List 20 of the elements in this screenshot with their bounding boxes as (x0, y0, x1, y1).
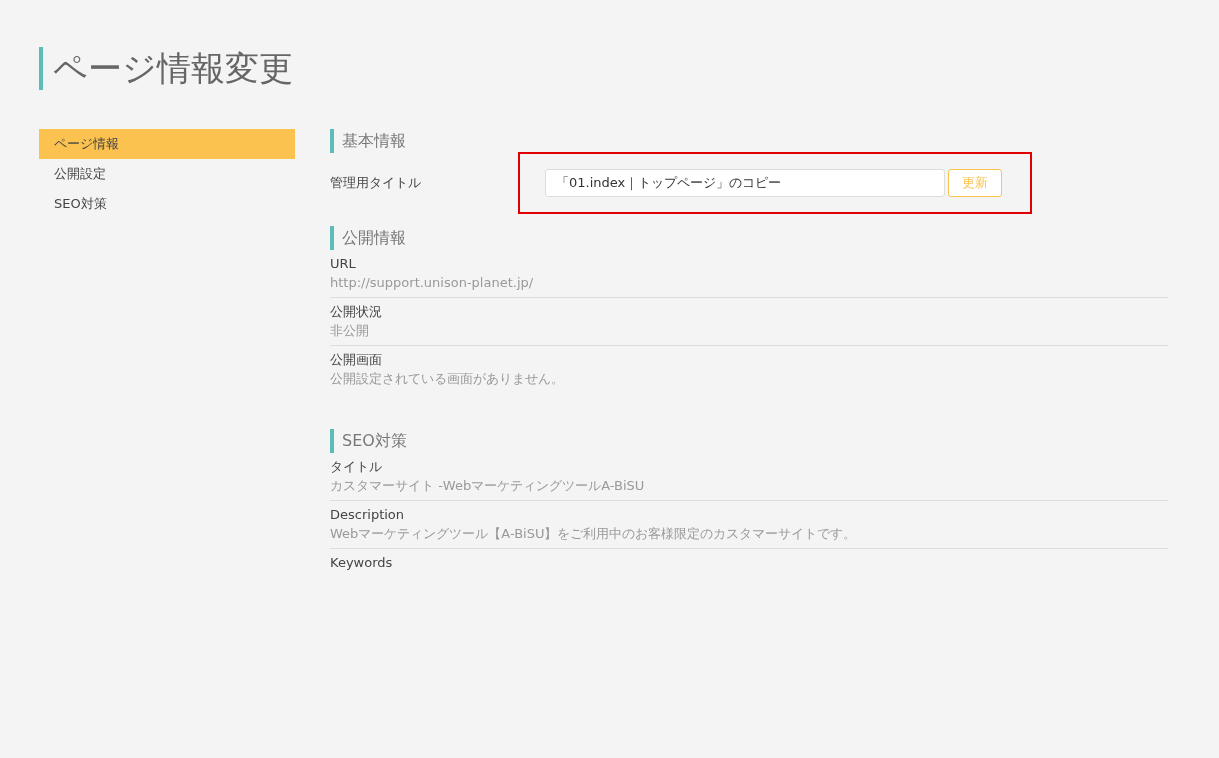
info-label: Keywords (330, 554, 394, 572)
sidebar-item[interactable]: SEO対策 (39, 189, 295, 219)
info-label: Description (330, 506, 406, 524)
title-input[interactable]: 「01.index｜トップページ」のコピー (545, 169, 945, 197)
section-heading: 公開情報 (330, 226, 1168, 250)
section-heading: SEO対策 (330, 429, 1168, 453)
sidebar-item[interactable]: ページ情報 (39, 129, 295, 159)
info-value: 公開設定されている画面がありません。 (330, 370, 565, 388)
info-value: カスタマーサイト -WebマーケティングツールA-BiSU (330, 477, 646, 495)
section-heading: 基本情報 (330, 129, 1168, 153)
info-label: URL (330, 255, 357, 273)
info-label: タイトル (330, 458, 383, 476)
info-value: http://support.unison-planet.jp/ (330, 274, 535, 292)
sidebar-item[interactable]: 公開設定 (39, 159, 295, 189)
info-value: Webマーケティングツール【A-BiSU】をご利用中のお客様限定のカスタマーサイトです。 (330, 525, 858, 543)
field-label: 管理用タイトル (330, 174, 422, 192)
info-value: 非公開 (330, 322, 370, 340)
page-title: ページ情報変更 (39, 47, 1168, 90)
info-label: 公開状況 (330, 303, 383, 321)
info-label: 公開画面 (330, 351, 383, 369)
